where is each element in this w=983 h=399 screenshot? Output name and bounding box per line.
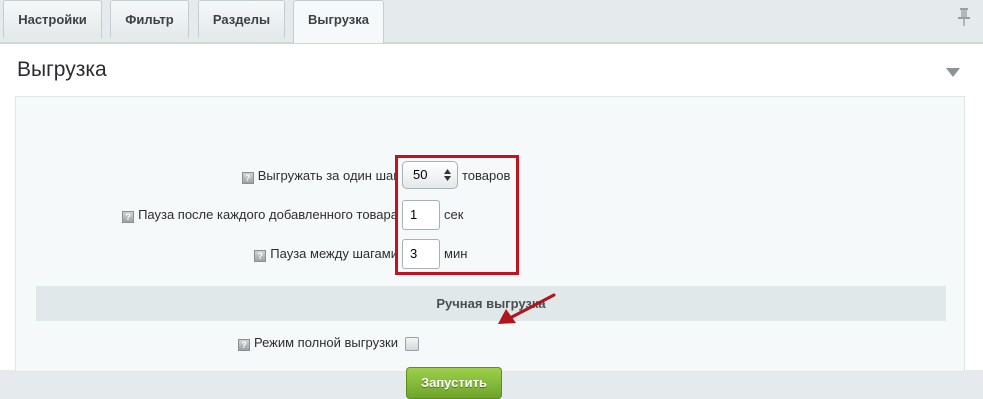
tab-bar: Настройки Фильтр Разделы Выгрузка <box>0 0 983 43</box>
help-icon[interactable]: ? <box>254 250 267 262</box>
run-button[interactable]: Запустить <box>406 367 502 399</box>
section-title: Выгрузка <box>17 58 107 81</box>
help-icon[interactable]: ? <box>237 339 250 351</box>
pause-between-steps-label: ? Пауза между шагами <box>254 246 398 262</box>
full-mode-checkbox[interactable] <box>405 337 419 351</box>
pause-after-item-label: ? Пауза после каждого добавленного товара <box>122 207 398 223</box>
tab-export[interactable]: Выгрузка <box>293 0 384 43</box>
tab-settings[interactable]: Настройки <box>3 0 102 38</box>
pin-icon[interactable] <box>957 8 971 26</box>
help-icon[interactable]: ? <box>241 172 254 184</box>
highlight-annotation <box>395 155 519 275</box>
manual-export-header: Ручная выгрузка <box>36 286 946 321</box>
help-icon[interactable]: ? <box>122 211 135 223</box>
step-size-label: ? Выгружать за один шаг <box>241 168 398 184</box>
tab-filter[interactable]: Фильтр <box>110 0 189 38</box>
arrow-annotation <box>498 293 556 324</box>
tab-sections[interactable]: Разделы <box>198 0 285 38</box>
collapse-arrow-icon[interactable] <box>946 68 960 77</box>
full-mode-label: ? Режим полной выгрузки <box>237 335 398 351</box>
export-form: ? Выгружать за один шаг 50 товаров ? Пауза… <box>15 96 965 399</box>
